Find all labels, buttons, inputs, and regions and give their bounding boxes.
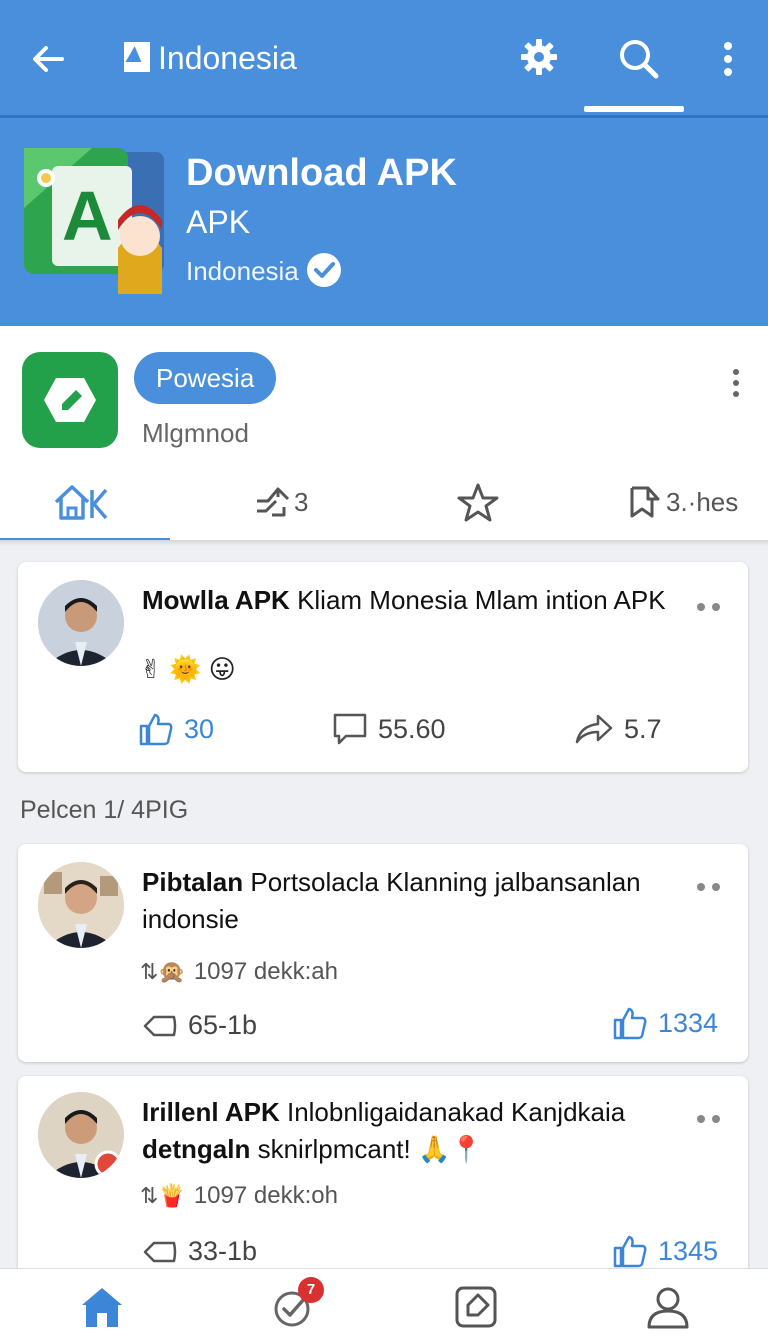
like-button[interactable]: 30 xyxy=(138,712,214,746)
post-body: Kliam Monesia Mlam intion APK xyxy=(297,585,666,615)
reply-count: 65-1b xyxy=(188,1010,258,1040)
app-banner: A Download APK APK Indonesia xyxy=(0,118,768,326)
post-meta-text: 1097 dekk:oh xyxy=(193,1182,338,1209)
tab-home[interactable] xyxy=(54,474,112,530)
post-meta: ⇅🍟 1097 dekk:oh xyxy=(140,1182,338,1210)
post-card[interactable]: Irillenl APK Inlobnligaidanakad Kanjdkai… xyxy=(18,1076,748,1276)
notification-badge: 7 xyxy=(298,1277,324,1303)
verified-check-icon xyxy=(307,253,341,287)
section-label: Pelcen 1/ 4PIG xyxy=(20,796,189,824)
reply-button[interactable]: 65-1b xyxy=(142,1010,257,1041)
more-horiz-icon[interactable] xyxy=(696,602,722,612)
search-icon[interactable] xyxy=(616,36,660,80)
like-count: 30 xyxy=(184,713,215,744)
post-card[interactable]: Pibtalan Portsolacla Klanning jalbansanl… xyxy=(18,844,748,1062)
more-vert-icon[interactable] xyxy=(716,38,740,80)
post-author[interactable]: Pibtalan xyxy=(142,867,243,897)
app-bar-title: Indonesia xyxy=(158,40,297,76)
comment-button[interactable]: 55.60 xyxy=(332,712,446,746)
post-body-bold: detngaln xyxy=(142,1134,251,1164)
reply-icon xyxy=(143,1241,177,1262)
more-horiz-icon[interactable] xyxy=(696,1114,722,1124)
share-button[interactable]: 5.7 xyxy=(574,712,662,746)
post-meta-text: 1097 dekk:ah xyxy=(193,958,338,985)
more-horiz-icon[interactable] xyxy=(696,882,722,892)
post-body: Inlobnligaidanakad Kanjdkaia xyxy=(286,1097,626,1127)
home-icon[interactable] xyxy=(78,1283,126,1331)
avatar[interactable] xyxy=(38,1092,124,1178)
thumbs-up-icon xyxy=(613,1235,647,1268)
edit-icon xyxy=(44,378,96,422)
like-count: 1334 xyxy=(658,1007,719,1038)
post-meta: ⇅🙊 1097 dekk:ah xyxy=(140,958,338,986)
share-icon xyxy=(257,487,290,517)
banner-subtitle: APK xyxy=(186,204,251,240)
search-tab-indicator xyxy=(584,106,684,112)
like-count: 1345 xyxy=(658,1235,719,1266)
reaction-icon: ⇅🍟 xyxy=(140,1183,186,1208)
avatar[interactable] xyxy=(38,580,124,666)
post-text: Pibtalan Portsolacla Klanning jalbansanl… xyxy=(142,864,678,938)
thumbs-up-icon xyxy=(139,713,173,746)
back-arrow-icon[interactable] xyxy=(28,38,70,80)
thumbs-up-icon xyxy=(613,1007,647,1040)
profile-section: Powesia Mlgmnod 3 3.·hes xyxy=(0,326,768,542)
like-button[interactable]: 1334 xyxy=(612,1006,718,1040)
post-author[interactable]: Irillenl APK xyxy=(142,1097,280,1127)
tab-label: 3 xyxy=(294,486,309,517)
profile-icon[interactable] xyxy=(644,1283,692,1331)
emoji-icon: 🙏📍 xyxy=(417,1134,483,1164)
tag-square-icon[interactable] xyxy=(452,1283,500,1331)
post-author[interactable]: Mowlla APK xyxy=(142,585,290,615)
tab-label: 3.·hes xyxy=(666,486,739,517)
svg-text:A: A xyxy=(62,177,113,255)
banner-title: Download APK xyxy=(186,152,457,194)
tabs-shadow xyxy=(0,540,768,546)
comment-icon xyxy=(333,713,367,745)
profile-chip[interactable]: Powesia xyxy=(134,352,277,404)
post-text: Mowlla APK Kliam Monesia Mlam intion APK xyxy=(142,582,678,619)
reaction-icon: ⇅🙊 xyxy=(140,959,186,984)
comment-count: 55.60 xyxy=(378,713,446,744)
reply-count: 33-1b xyxy=(188,1236,258,1266)
avatar[interactable] xyxy=(38,862,124,948)
bottom-nav: 7 xyxy=(0,1268,768,1344)
profile-tabs: 3 3.·hes xyxy=(0,462,768,542)
tab-share[interactable]: 3 xyxy=(254,474,308,530)
app-bar: Indonesia xyxy=(0,0,768,118)
star-icon xyxy=(457,483,499,522)
reply-icon xyxy=(143,1015,177,1036)
tab-saved[interactable]: 3.·hes xyxy=(628,474,738,530)
reply-button[interactable]: 33-1b xyxy=(142,1236,257,1267)
gear-icon[interactable] xyxy=(518,36,560,78)
flag-icon xyxy=(124,42,150,72)
app-icon[interactable] xyxy=(22,352,118,448)
profile-handle: Mlgmnod xyxy=(142,418,249,448)
post-text: Irillenl APK Inlobnligaidanakad Kanjdkai… xyxy=(142,1094,678,1168)
like-button[interactable]: 1345 xyxy=(612,1234,718,1268)
home-icon xyxy=(54,485,108,520)
more-vert-icon[interactable] xyxy=(724,366,748,400)
banner-country: Indonesia xyxy=(186,256,299,286)
post-body-tail: sknirlpmcant! xyxy=(257,1134,411,1164)
post-emojis: ✌ 🌞 😛 xyxy=(140,654,236,684)
share-arrow-icon xyxy=(575,714,613,744)
app-logo-icon: A xyxy=(24,148,164,294)
post-card[interactable]: Mowlla APK Kliam Monesia Mlam intion APK… xyxy=(18,562,748,772)
tab-favorites[interactable] xyxy=(456,474,504,530)
bookmark-icon xyxy=(630,486,660,518)
share-count: 5.7 xyxy=(624,713,662,744)
